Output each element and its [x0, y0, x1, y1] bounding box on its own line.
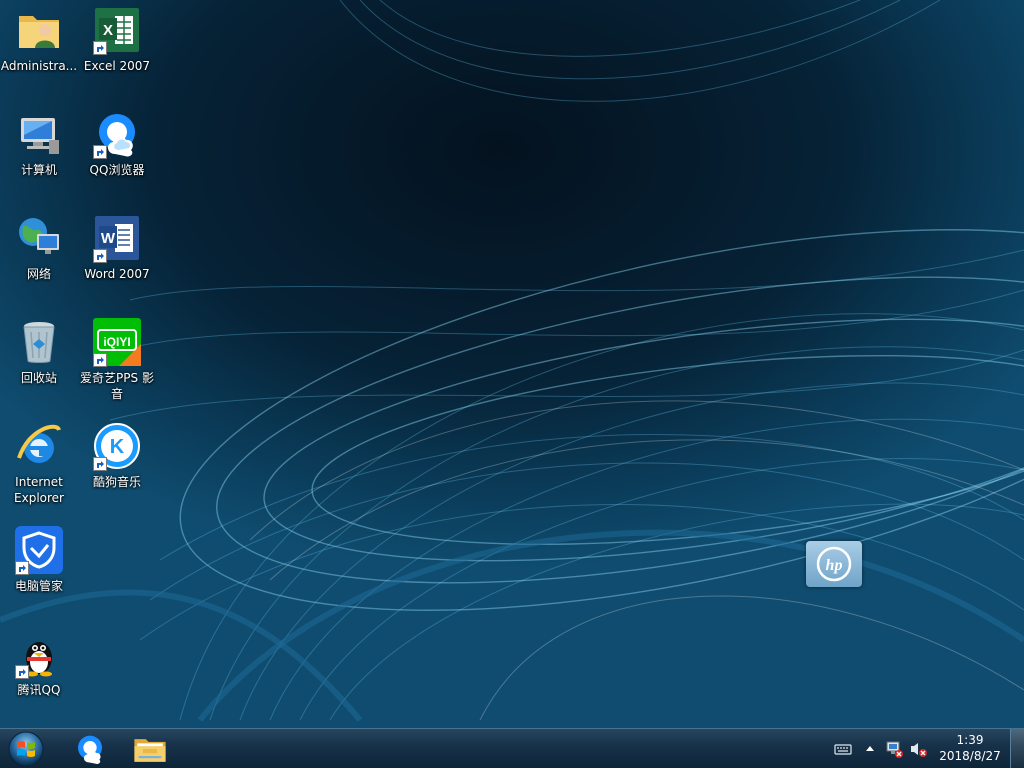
- shortcut-arrow-icon: [15, 561, 29, 575]
- internet-explorer-icon: [15, 422, 63, 470]
- desktop-icon-label: Word 2007: [84, 267, 150, 281]
- desktop-icon-label: Internet Explorer: [14, 475, 64, 505]
- taskbar-item-qq-browser[interactable]: [62, 730, 118, 768]
- word-icon: W: [93, 214, 141, 263]
- word-glyph: W: [101, 230, 116, 247]
- iqiyi-glyph: iQIYI: [103, 335, 130, 349]
- desktop-icon-kugou[interactable]: K 酷狗音乐: [78, 416, 156, 512]
- desktop-icon-label: 网络: [26, 267, 51, 281]
- desktop-icon-pc-manager[interactable]: 电脑管家: [0, 520, 78, 616]
- clock-date: 2018/8/27: [939, 749, 1001, 763]
- desktop[interactable]: Administra... 计算机 网络 回收站 Internet Explor…: [0, 0, 1024, 728]
- taskbar: 1:39 2018/8/27: [0, 728, 1024, 768]
- shortcut-arrow-icon: [93, 249, 107, 263]
- desktop-icon-label: 回收站: [20, 371, 57, 385]
- excel-icon: X: [93, 6, 141, 55]
- qq-browser-icon: [93, 110, 141, 159]
- show-hidden-icons-chevron-icon[interactable]: [860, 739, 880, 759]
- kugou-glyph: K: [110, 436, 125, 458]
- start-button[interactable]: [6, 730, 46, 768]
- desktop-icon-label: 酷狗音乐: [92, 475, 141, 489]
- recycle-bin-icon: [15, 318, 63, 366]
- network-disconnected-icon[interactable]: [884, 739, 904, 759]
- excel-glyph: X: [103, 22, 113, 39]
- desktop-icon-label: 计算机: [20, 163, 57, 177]
- show-desktop-button[interactable]: [1010, 729, 1024, 768]
- tencent-pc-manager-icon: [15, 526, 63, 575]
- shortcut-arrow-icon: [93, 457, 107, 471]
- desktop-icon-internet-explorer[interactable]: Internet Explorer: [0, 416, 78, 512]
- desktop-icon-label: 爱奇艺PPS 影音: [80, 371, 154, 401]
- desktop-icon-qq[interactable]: 腾讯QQ: [0, 624, 78, 720]
- desktop-icon-label: QQ浏览器: [89, 163, 145, 177]
- desktop-icon-excel[interactable]: X Excel 2007: [78, 0, 156, 96]
- taskbar-item-file-explorer[interactable]: [122, 730, 178, 768]
- shortcut-arrow-icon: [15, 665, 29, 679]
- network-icon: [15, 214, 63, 262]
- shortcut-arrow-icon: [93, 145, 107, 159]
- computer-icon: [15, 110, 63, 158]
- hp-wallpaper-logo: hp: [806, 541, 862, 587]
- kugou-icon: K: [93, 422, 141, 471]
- iqiyi-icon: iQIYI: [93, 318, 141, 367]
- desktop-icon-label: 腾讯QQ: [17, 683, 61, 697]
- desktop-icon-label: 电脑管家: [14, 579, 63, 593]
- clock-time: 1:39: [956, 733, 984, 747]
- qq-browser-icon: [78, 735, 102, 765]
- qq-penguin-icon: [15, 630, 63, 679]
- desktop-icon-recycle-bin[interactable]: 回收站: [0, 312, 78, 408]
- hp-logo-text: hp: [826, 557, 843, 574]
- keyboard-icon[interactable]: [833, 739, 853, 759]
- desktop-icon-administrator[interactable]: Administra...: [0, 0, 78, 96]
- taskbar-clock[interactable]: 1:39 2018/8/27: [934, 732, 1006, 764]
- desktop-icon-iqiyi[interactable]: iQIYI 爱奇艺PPS 影音: [78, 312, 156, 408]
- desktop-icon-label: Excel 2007: [83, 59, 151, 73]
- shortcut-arrow-icon: [93, 41, 107, 55]
- desktop-icon-network[interactable]: 网络: [0, 208, 78, 304]
- windows-start-orb-icon: [8, 731, 44, 767]
- file-explorer-icon: [134, 739, 166, 762]
- user-folder-icon: [15, 6, 63, 54]
- desktop-icon-computer[interactable]: 计算机: [0, 104, 78, 200]
- shortcut-arrow-icon: [93, 353, 107, 367]
- desktop-icon-label: Administra...: [0, 59, 78, 73]
- desktop-icon-word[interactable]: W Word 2007: [78, 208, 156, 304]
- desktop-icon-qq-browser[interactable]: QQ浏览器: [78, 104, 156, 200]
- volume-muted-icon[interactable]: [908, 739, 928, 759]
